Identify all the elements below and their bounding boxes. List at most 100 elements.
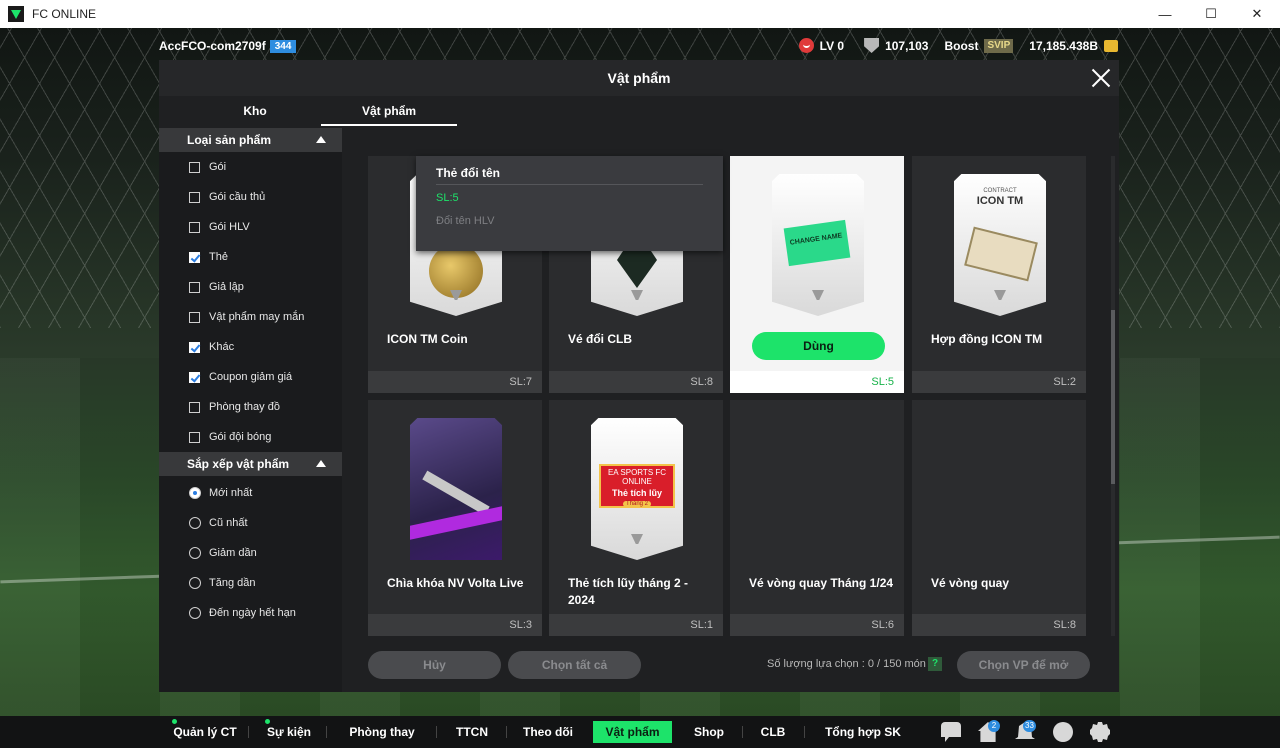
product-type-option[interactable]: Coupon giảm giá (159, 362, 342, 392)
account-badge: 344 (269, 39, 297, 53)
product-type-label: Vật phẩm may mắn (209, 311, 305, 323)
product-type-label: Gói HLV (209, 221, 250, 233)
product-type-option[interactable]: Gói đội bóng (159, 422, 342, 452)
checkbox[interactable] (189, 311, 200, 323)
item-card[interactable]: CHANGE NAME Dùng SL:5 (730, 156, 904, 393)
checkbox[interactable] (189, 431, 200, 443)
item-card[interactable]: EA SPORTS FC ONLINE Thẻ tích lũy Tháng 2 Th… (549, 400, 723, 636)
selection-count: Số lượng lựa chọn : 0 / 150 món (767, 658, 926, 670)
level-face-icon (798, 38, 814, 53)
checkbox[interactable] (189, 161, 200, 173)
sort-label: Giảm dần (209, 547, 257, 559)
product-type-option[interactable]: Giả lập (159, 272, 342, 302)
checkbox[interactable] (189, 221, 200, 233)
close-panel-icon[interactable] (1091, 68, 1111, 88)
nav-events[interactable]: Sự kiện (266, 721, 312, 743)
checkbox[interactable] (189, 401, 200, 413)
tab-storage[interactable]: Kho (191, 96, 319, 126)
radio-button[interactable] (189, 547, 201, 559)
close-window-button[interactable]: ✕ (1234, 0, 1280, 28)
scroll-thumb[interactable] (1111, 310, 1115, 484)
radio-button[interactable] (189, 517, 201, 529)
home-button[interactable]: 2 (978, 720, 1000, 742)
top-status-bar: AccFCO-com2709f 344 LV 0 107,103 Boost S… (0, 36, 1280, 58)
collapse-triangle-icon[interactable] (316, 460, 326, 467)
sort-option[interactable]: Giảm dần (159, 538, 342, 568)
product-type-header[interactable]: Loại sản phẩm (159, 128, 342, 152)
notifications-button[interactable]: 33 (1015, 720, 1036, 742)
product-type-option[interactable]: Vật phẩm may mắn (159, 302, 342, 332)
help-icon[interactable]: ? (928, 657, 942, 671)
radio-button[interactable] (189, 577, 201, 589)
radio-button[interactable] (189, 607, 201, 619)
sort-header[interactable]: Sắp xếp vật phẩm (159, 452, 342, 476)
minimize-button[interactable]: — (1142, 0, 1188, 28)
item-quantity: SL:1 (549, 614, 723, 636)
product-type-option[interactable]: Gói HLV (159, 212, 342, 242)
use-button[interactable]: Dùng (752, 332, 885, 360)
item-card[interactable]: Chìa khóa NV Volta Live SL:3 (368, 400, 542, 636)
item-tooltip: Thẻ đổi tên SL:5 Đổi tên HLV (416, 156, 723, 251)
panel-header: Vật phẩm (159, 60, 1119, 96)
product-type-option[interactable]: Khác (159, 332, 342, 362)
open-selected-button[interactable]: Chọn VP để mở (957, 651, 1090, 679)
nav-shop[interactable]: Shop (690, 721, 728, 743)
tab-items[interactable]: Vật phẩm (321, 96, 457, 126)
radio-button[interactable] (189, 487, 201, 499)
fc-logo-icon (994, 290, 1006, 300)
sort-option[interactable]: Mới nhất (159, 478, 342, 508)
sort-label: Tăng dần (209, 577, 256, 589)
product-type-option[interactable]: Gói cầu thủ (159, 182, 342, 212)
item-quantity: SL:3 (368, 614, 542, 636)
product-type-label: Khác (209, 341, 235, 353)
stripe-decoration (410, 506, 502, 540)
sort-option[interactable]: Cũ nhất (159, 508, 342, 538)
grid-scrollbar[interactable] (1111, 156, 1115, 636)
svip-badge: SVIP (984, 38, 1014, 53)
boost-label: Boost (944, 38, 979, 53)
volta-key-art (410, 418, 502, 560)
nav-watchlist[interactable]: Theo dõi (522, 721, 574, 743)
account-name: AccFCO-com2709f (159, 39, 266, 53)
product-type-option[interactable]: Thẻ (159, 242, 342, 272)
collapse-triangle-icon[interactable] (316, 136, 326, 143)
points-value: 107,103 (885, 38, 929, 53)
item-quantity: SL:7 (368, 371, 542, 393)
fc-logo-icon (631, 534, 643, 544)
gear-icon[interactable] (1090, 722, 1110, 742)
product-type-option[interactable]: Phòng thay đồ (159, 392, 342, 422)
checkbox[interactable] (189, 341, 200, 353)
sort-option[interactable]: Đến ngày hết hạn (159, 598, 342, 628)
cancel-button[interactable]: Hủy (368, 651, 501, 679)
sort-option[interactable]: Tăng dần (159, 568, 342, 598)
nav-items[interactable]: Vật phẩm (593, 721, 672, 743)
product-type-option[interactable]: Gói (159, 152, 342, 182)
nav-locker-room[interactable]: Phòng thay đồ (342, 721, 422, 748)
item-card[interactable]: CONTRACT ICON TM Hợp đồng ICON TM SL:2 (912, 156, 1086, 393)
checkbox[interactable] (189, 371, 200, 383)
voucher-title: Thẻ tích lũy (611, 488, 662, 498)
user-icon[interactable] (1053, 722, 1073, 742)
product-type-label: Gói đội bóng (209, 431, 272, 443)
coin-icon (1104, 39, 1118, 52)
nav-club[interactable]: CLB (756, 721, 790, 743)
checkbox[interactable] (189, 191, 200, 203)
checkbox[interactable] (189, 281, 200, 293)
item-quantity: SL:8 (549, 371, 723, 393)
item-name: ICON TM Coin (387, 332, 468, 346)
select-all-button[interactable]: Chọn tất cả (508, 651, 641, 679)
checkbox[interactable] (189, 251, 200, 263)
item-card[interactable]: Vé vòng quay Tháng 1/24 SL:6 (730, 400, 904, 636)
nav-personal-info[interactable]: TTCN (452, 721, 492, 743)
change-name-card: CHANGE NAME (783, 219, 851, 267)
coin-icon (429, 244, 483, 298)
maximize-button[interactable]: ☐ (1188, 0, 1234, 28)
product-type-label: Giả lập (209, 281, 244, 293)
tooltip-quantity: SL:5 (436, 192, 459, 204)
item-card[interactable]: Vé vòng quay SL:8 (912, 400, 1086, 636)
voucher-art: EA SPORTS FC ONLINE Thẻ tích lũy Tháng 2 (599, 464, 675, 508)
home-badge: 2 (988, 720, 1000, 732)
nav-new-events-summary[interactable]: Tổng hợp SK mới (818, 721, 908, 748)
chat-icon[interactable] (941, 722, 961, 742)
nav-squad-management[interactable]: Quản lý CT (172, 721, 238, 743)
